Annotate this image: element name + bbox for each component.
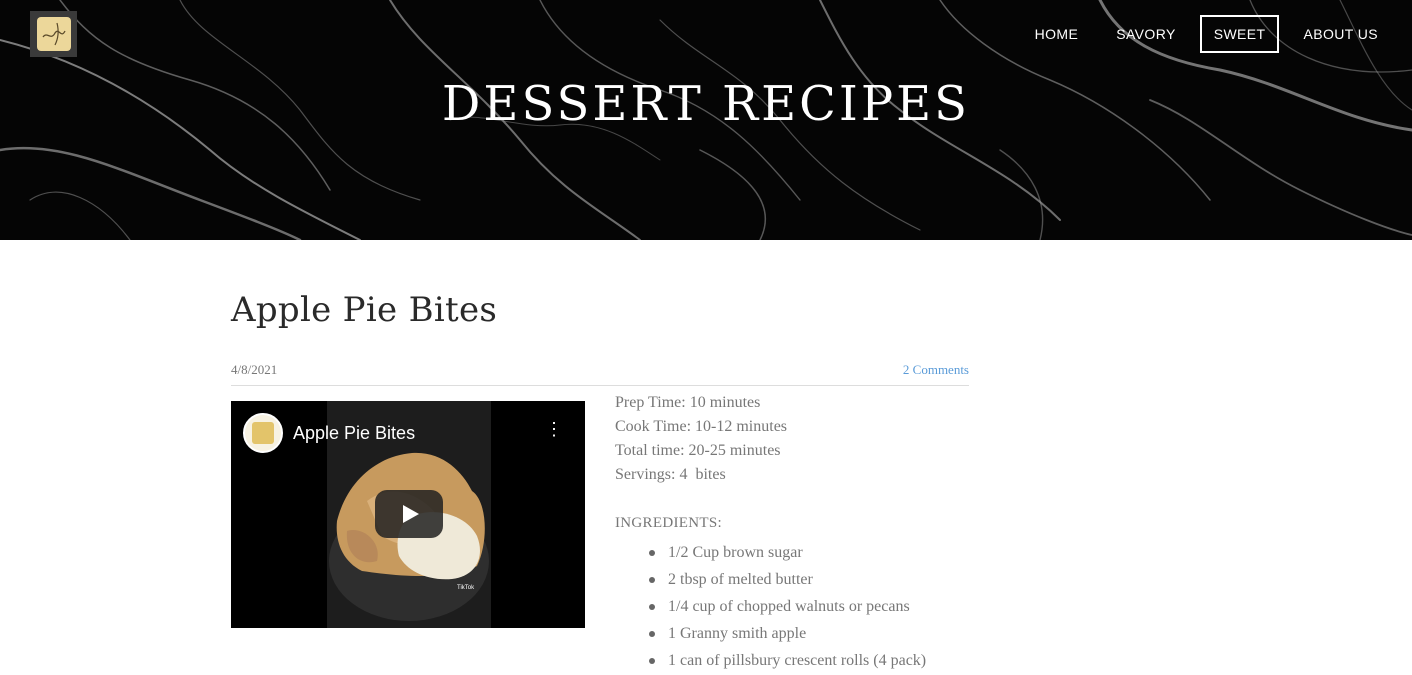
blog-post: Apple Pie Bites 4/8/2021 2 Comments Appl… xyxy=(231,290,969,669)
prep-time: Prep Time: 10 minutes xyxy=(615,394,761,411)
nav-savory[interactable]: SAVORY xyxy=(1102,15,1189,53)
play-icon[interactable] xyxy=(375,490,443,538)
nav-home[interactable]: HOME xyxy=(1021,15,1093,53)
recipe-details: Prep Time: 10 minutes Cook Time: 10-12 m… xyxy=(615,391,975,674)
logo-icon xyxy=(36,17,71,51)
total-time: Total time: 20-25 minutes xyxy=(615,442,781,459)
more-options-icon[interactable]: ⋮ xyxy=(545,420,563,445)
video-title-bar: Apple Pie Bites xyxy=(243,413,415,453)
servings: Servings: 4 bites xyxy=(615,466,726,483)
nav-about-us[interactable]: ABOUT US xyxy=(1289,15,1392,53)
ingredients-heading: INGREDIENTS: xyxy=(615,515,722,531)
main-nav: HOME SAVORY SWEET ABOUT US xyxy=(1011,15,1392,53)
site-logo[interactable] xyxy=(30,11,77,57)
ingredient-item: 1 can of pillsbury crescent rolls (4 pac… xyxy=(647,647,975,674)
post-title[interactable]: Apple Pie Bites xyxy=(231,290,969,330)
channel-avatar[interactable] xyxy=(243,413,283,453)
comments-link[interactable]: 2 Comments xyxy=(903,362,969,378)
ingredient-item: 1/4 cup of chopped walnuts or pecans xyxy=(647,593,975,620)
ingredient-item: 2 tbsp of melted butter xyxy=(647,566,975,593)
tiktok-watermark: TikTok xyxy=(457,585,475,591)
post-meta: 4/8/2021 2 Comments xyxy=(231,362,969,386)
nav-sweet[interactable]: SWEET xyxy=(1199,15,1280,53)
video-title[interactable]: Apple Pie Bites xyxy=(293,423,415,444)
post-date: 4/8/2021 xyxy=(231,362,278,377)
ingredient-item: 1 Granny smith apple xyxy=(647,620,975,647)
hero-title: DESSERT RECIPES xyxy=(441,76,971,132)
ingredients-list: 1/2 Cup brown sugar 2 tbsp of melted but… xyxy=(615,539,975,674)
video-embed[interactable]: Apple Pie Bites ⋮ TikTok xyxy=(231,401,585,628)
ingredient-item: 1/2 Cup brown sugar xyxy=(647,539,975,566)
cook-time: Cook Time: 10-12 minutes xyxy=(615,418,788,435)
hero-banner: HOME SAVORY SWEET ABOUT US DESSERT RECIP… xyxy=(0,0,1412,240)
